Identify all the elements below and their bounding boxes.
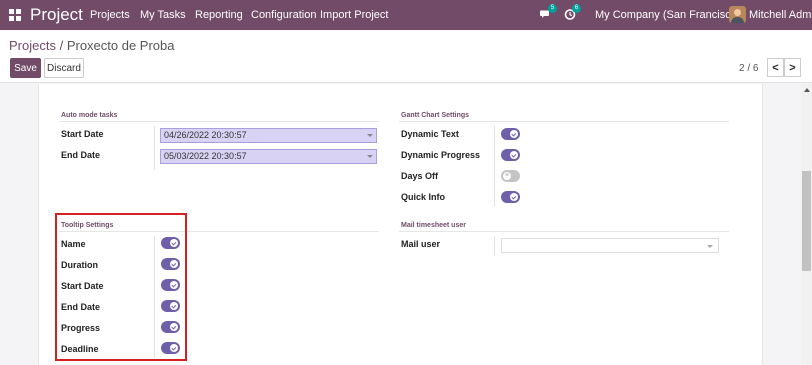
end-date-label: End Date: [61, 150, 101, 160]
chevron-down-icon: [707, 245, 713, 248]
mail-divider: [494, 236, 495, 256]
breadcrumb-current: Proxecto de Proba: [66, 38, 175, 53]
mail-user-label: Mail user: [401, 239, 441, 249]
mail-separator: [399, 231, 729, 232]
activities-count-badge: 6: [572, 4, 581, 13]
vertical-scrollbar[interactable]: [801, 84, 812, 365]
start-date-label: Start Date: [61, 129, 104, 139]
pager-next-button[interactable]: >: [784, 58, 801, 77]
control-panel: Projects / Proxecto de Proba Save Discar…: [0, 30, 812, 83]
start-date-input[interactable]: 04/26/2022 20:30:57: [160, 128, 377, 143]
gantt-divider: [494, 126, 495, 206]
breadcrumb-separator: /: [55, 38, 67, 53]
auto-mode-divider: [154, 126, 155, 170]
breadcrumb: Projects / Proxecto de Proba: [9, 38, 175, 53]
company-switcher[interactable]: My Company (San Francisco): [595, 9, 741, 21]
quick-info-toggle[interactable]: [501, 191, 520, 203]
breadcrumb-projects-link[interactable]: Projects: [9, 38, 56, 53]
apps-grid-icon[interactable]: [9, 9, 21, 21]
tooltip-settings-highlight: [55, 213, 187, 361]
top-navbar: Project Projects My Tasks Reporting Conf…: [0, 0, 812, 30]
days-off-toggle[interactable]: [501, 170, 520, 182]
menu-reporting[interactable]: Reporting: [195, 9, 243, 21]
dynamic-text-toggle[interactable]: [501, 128, 520, 140]
user-avatar[interactable]: [729, 6, 746, 23]
start-date-value: 04/26/2022 20:30:57: [164, 130, 247, 140]
end-date-input[interactable]: 05/03/2022 20:30:57: [160, 149, 377, 164]
auto-mode-group-title: Auto mode tasks: [61, 112, 118, 119]
dynamic-progress-toggle[interactable]: [501, 149, 520, 161]
discard-button[interactable]: Discard: [44, 58, 84, 78]
scrollbar-thumb[interactable]: [802, 171, 811, 271]
auto-mode-separator: [59, 121, 379, 122]
mail-user-select[interactable]: [501, 238, 719, 253]
gantt-separator: [399, 121, 729, 122]
gantt-label-quick-info: Quick Info: [401, 192, 446, 202]
end-date-value: 05/03/2022 20:30:57: [164, 151, 247, 161]
chevron-down-icon: [367, 134, 373, 137]
menu-my-tasks[interactable]: My Tasks: [140, 9, 186, 21]
messages-button[interactable]: 5: [540, 4, 557, 25]
chevron-down-icon: [367, 155, 373, 158]
menu-configuration[interactable]: Configuration: [251, 9, 316, 21]
gantt-label-dynamic-text: Dynamic Text: [401, 129, 459, 139]
app-brand[interactable]: Project: [30, 5, 83, 25]
mail-group-title: Mail timesheet user: [401, 222, 466, 229]
menu-import-project[interactable]: Import Project: [320, 9, 388, 21]
scroll-up-arrow-icon[interactable]: [804, 88, 810, 92]
gantt-label-dynamic-progress: Dynamic Progress: [401, 150, 481, 160]
gantt-label-days-off: Days Off: [401, 171, 439, 181]
pager-previous-button[interactable]: <: [767, 58, 784, 77]
user-menu[interactable]: Mitchell Admin: [749, 9, 812, 21]
messages-count-badge: 5: [548, 4, 557, 13]
activities-button[interactable]: 6: [564, 4, 581, 25]
menu-projects[interactable]: Projects: [90, 9, 130, 21]
save-button[interactable]: Save: [10, 58, 41, 78]
gantt-group-title: Gantt Chart Settings: [401, 112, 470, 119]
pager-value[interactable]: 2 / 6: [739, 63, 758, 74]
